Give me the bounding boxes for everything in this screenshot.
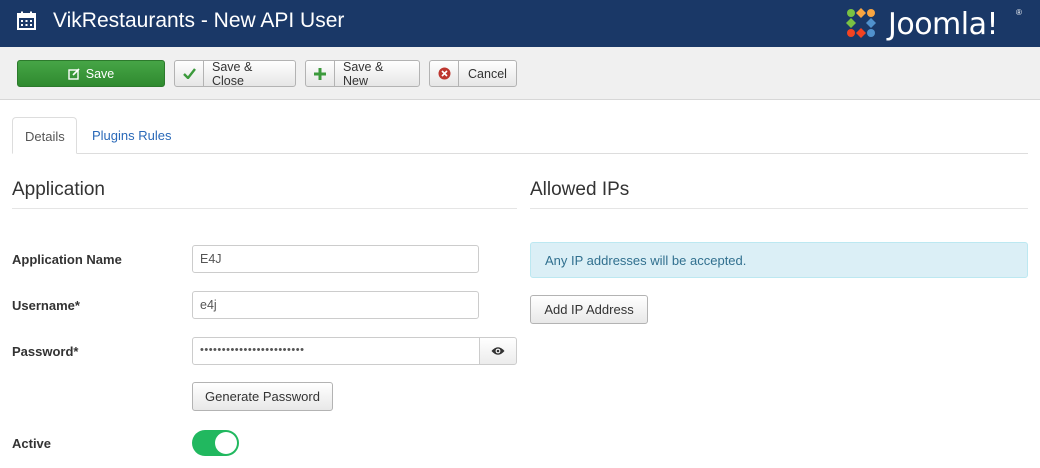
- app-name-input[interactable]: E4J: [192, 245, 479, 273]
- password-group: ••••••••••••••••••••••••: [192, 337, 517, 365]
- page-title: VikRestaurants - New API User: [53, 9, 345, 32]
- add-ip-address-button[interactable]: Add IP Address: [530, 295, 648, 324]
- active-label: Active: [12, 436, 52, 451]
- cancel-circle-icon: [430, 61, 459, 86]
- allowed-ips-notice: Any IP addresses will be accepted.: [530, 242, 1028, 278]
- generate-password-button[interactable]: Generate Password: [192, 382, 333, 411]
- calendar-icon: [17, 11, 36, 30]
- username-input[interactable]: e4j: [192, 291, 479, 319]
- cancel-button[interactable]: Cancel: [429, 60, 517, 87]
- application-divider: [12, 208, 517, 209]
- plus-icon: [306, 61, 335, 86]
- save-new-label: Save & New: [343, 59, 384, 88]
- app-header: VikRestaurants - New API User Joomla! ®: [0, 0, 1040, 47]
- app-name-label: Application Name: [12, 252, 122, 267]
- active-toggle[interactable]: [192, 430, 239, 456]
- username-label: Username*: [12, 298, 80, 313]
- logo-registered-mark: ®: [1016, 8, 1022, 17]
- show-password-button[interactable]: [479, 337, 517, 365]
- tab-details[interactable]: Details: [12, 117, 77, 154]
- save-button[interactable]: Save: [17, 60, 165, 87]
- allowed-ips-section-title: Allowed IPs: [530, 179, 630, 200]
- password-label: Password*: [12, 344, 79, 359]
- tab-plugins-rules[interactable]: Plugins Rules: [80, 117, 184, 154]
- check-icon: [175, 61, 204, 86]
- allowed-ips-divider: [530, 208, 1028, 209]
- save-new-button[interactable]: Save & New: [305, 59, 420, 88]
- password-input[interactable]: ••••••••••••••••••••••••: [192, 337, 480, 365]
- cancel-label: Cancel: [468, 66, 507, 81]
- joomla-logo-icon: [846, 8, 876, 38]
- toggle-knob: [215, 432, 237, 454]
- tab-bar: Details Plugins Rules: [12, 117, 1028, 154]
- application-section-title: Application: [12, 179, 105, 200]
- eye-icon: [491, 347, 505, 355]
- logo-text: Joomla!: [888, 7, 999, 42]
- toolbar: Save Save & Close Save & New Cancel: [0, 47, 1040, 100]
- save-close-button[interactable]: Save & Close: [174, 59, 296, 88]
- save-label: Save: [85, 66, 115, 81]
- save-close-label: Save & Close: [212, 59, 253, 88]
- edit-icon: [68, 67, 80, 80]
